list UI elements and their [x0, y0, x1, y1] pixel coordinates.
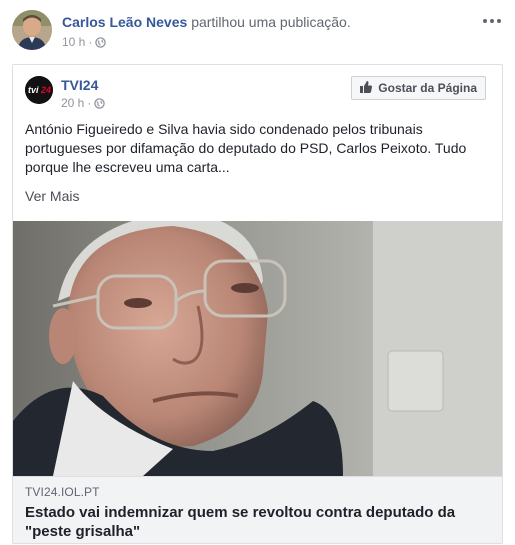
- like-page-label: Gostar da Página: [378, 81, 477, 95]
- article-title[interactable]: Estado vai indemnizar quem se revoltou c…: [25, 503, 495, 541]
- page-name-link[interactable]: TVI24: [61, 77, 98, 93]
- globe-icon: [94, 97, 106, 109]
- outer-post-header: Carlos Leão Neves partilhou uma publicaç…: [12, 10, 503, 54]
- shared-post-time[interactable]: 20 h: [61, 96, 84, 110]
- outer-post-title: Carlos Leão Neves partilhou uma publicaç…: [62, 14, 351, 30]
- outer-post-time[interactable]: 10 h: [62, 35, 85, 49]
- share-action-text: partilhou uma publicação.: [191, 14, 351, 30]
- meta-separator: ·: [87, 96, 92, 110]
- like-page-button[interactable]: Gostar da Página: [351, 76, 486, 100]
- article-domain: TVI24.IOL.PT: [25, 485, 100, 499]
- svg-text:24: 24: [40, 85, 51, 95]
- more-options-button[interactable]: [481, 12, 503, 30]
- thumbs-up-icon: [360, 80, 373, 96]
- outer-post-meta: 10 h ·: [62, 35, 107, 49]
- see-more-link[interactable]: Ver Mais: [25, 188, 79, 204]
- post-body-text: António Figueiredo e Silva havia sido co…: [25, 121, 467, 175]
- globe-icon: [95, 36, 107, 48]
- shared-post-meta: 20 h ·: [61, 96, 106, 110]
- shared-post-header: tvi 24 TVI24 20 h · Gostar da Página: [25, 76, 492, 116]
- tvi24-logo-avatar[interactable]: tvi 24: [25, 76, 53, 104]
- meta-separator: ·: [88, 35, 93, 49]
- svg-text:tvi: tvi: [28, 85, 39, 95]
- link-preview-footer[interactable]: TVI24.IOL.PT Estado vai indemnizar quem …: [13, 476, 502, 543]
- shared-post-card: tvi 24 TVI24 20 h · Gostar da Página Ant…: [12, 64, 503, 544]
- more-dots-icon: [483, 19, 487, 23]
- author-name-link[interactable]: Carlos Leão Neves: [62, 14, 187, 30]
- article-photo[interactable]: [13, 221, 502, 476]
- author-avatar[interactable]: [12, 10, 52, 50]
